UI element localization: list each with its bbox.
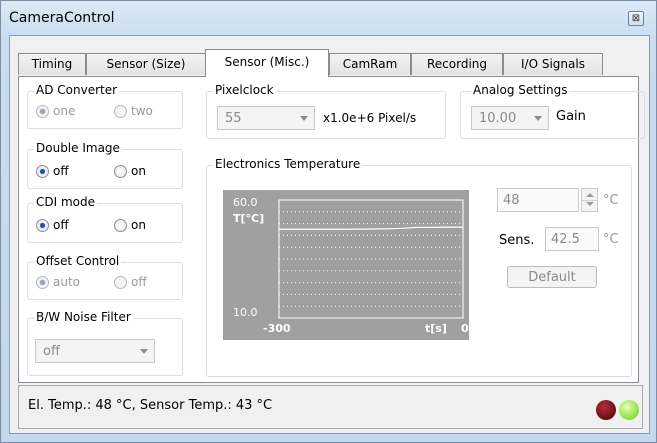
pixelclock-label: Pixelclock [213,83,276,97]
pixelclock-select[interactable]: 55 [217,106,315,130]
button-label: Default [528,270,576,285]
window-title: CameraControl [9,10,115,26]
gain-unit: Gain [556,109,586,124]
select-value: 55 [225,111,242,126]
status-text: El. Temp.: 48 °C, Sensor Temp.: 43 °C [28,398,273,413]
status-bar: El. Temp.: 48 °C, Sensor Temp.: 43 °C [18,385,643,429]
default-button[interactable]: Default [507,266,597,288]
electronics-temperature-label: Electronics Temperature [213,157,363,171]
client-area: Timing Sensor (Size) Sensor (Misc.) CamR… [9,35,650,434]
analog-settings-label: Analog Settings [471,83,570,97]
x-tick-label-max: 0 [461,322,469,335]
chevron-down-icon [140,349,148,354]
double-image-group: Double Image off on [27,141,183,189]
radio-label: off [53,164,69,178]
temperature-chart: 60.0 10.0 T[°C] -300 0 t[s] [223,190,469,340]
tab-io-signals[interactable]: I/O Signals [503,53,603,75]
sens-unit: °C [603,232,619,247]
temperature-chart-svg: 60.0 10.0 T[°C] -300 0 t[s] [233,196,469,335]
chevron-down-icon [300,116,308,121]
ad-converter-label: AD Converter [34,83,120,97]
bw-noise-filter-group: B/W Noise Filter off [27,310,183,376]
status-led-red [596,400,616,420]
radio-checked-icon [36,164,49,178]
cdi-mode-on-radio[interactable]: on [114,218,146,232]
tab-label: Timing [31,57,73,71]
radio-unchecked-icon [114,275,127,289]
gain-select[interactable]: 10.00 [471,106,549,130]
offset-control-group: Offset Control auto off [27,254,183,300]
radio-label: one [53,104,76,118]
tab-sensor-size[interactable]: Sensor (Size) [86,53,206,75]
analog-settings-group: Analog Settings 10.00 Gain [460,83,645,139]
bw-noise-filter-label: B/W Noise Filter [34,310,133,324]
temperature-series-line [279,226,463,230]
close-icon: ⊠ [631,13,641,24]
tab-label: Recording [426,57,488,71]
cdi-mode-group: CDI mode off on [27,195,183,243]
temperature-setpoint-field[interactable]: 48 [497,188,579,212]
offset-control-auto-radio[interactable]: auto [36,275,80,289]
y-tick-label-min: 10.0 [233,306,258,319]
tab-label: CamRam [342,57,398,71]
sens-label: Sens. [499,233,535,248]
title-bar: CameraControl ⊠ [1,1,656,35]
field-value: 42.5 [551,232,580,247]
chevron-down-icon [534,116,542,121]
radio-unchecked-icon [114,164,127,178]
double-image-on-radio[interactable]: on [114,164,146,178]
close-button[interactable]: ⊠ [628,11,644,26]
radio-checked-icon [36,275,49,289]
tab-label: I/O Signals [521,57,585,71]
ad-converter-group: AD Converter one two [27,83,183,129]
radio-label: on [131,218,146,232]
cdi-mode-label: CDI mode [34,195,98,209]
cdi-mode-off-radio[interactable]: off [36,218,69,232]
temperature-spinner[interactable] [581,188,598,212]
tab-timing[interactable]: Timing [18,53,86,75]
radio-label: off [131,275,147,289]
radio-label: on [131,164,146,178]
radio-checked-icon [36,218,49,232]
x-axis-label: t[s] [425,322,447,335]
select-value: 10.00 [479,111,517,126]
spin-divider [582,200,597,201]
radio-unchecked-icon [114,218,127,232]
radio-unchecked-icon [114,104,127,118]
offset-control-off-radio[interactable]: off [114,275,147,289]
radio-label: auto [53,275,81,289]
radio-label: off [53,218,69,232]
ad-converter-one-radio[interactable]: one [36,104,75,118]
ad-converter-two-radio[interactable]: two [114,104,153,118]
y-axis-label: T[°C] [233,212,264,225]
tab-label: Sensor (Size) [106,57,186,71]
spin-down-icon [586,202,594,206]
camera-control-window: CameraControl ⊠ Timing Sensor (Size) Sen… [0,0,657,443]
y-tick-label-max: 60.0 [233,196,258,209]
spin-up-icon [586,193,594,197]
double-image-label: Double Image [34,141,122,155]
field-value: 48 [503,193,520,208]
radio-checked-icon [36,104,49,118]
tab-label: Sensor (Misc.) [224,55,310,69]
tab-camram[interactable]: CamRam [329,53,411,75]
offset-control-label: Offset Control [34,254,122,268]
bw-noise-filter-select[interactable]: off [35,339,155,363]
tab-sensor-misc[interactable]: Sensor (Misc.) [205,49,329,77]
select-value: off [43,344,60,359]
pixelclock-unit: x1.0e+6 Pixel/s [323,111,417,125]
x-tick-label-min: -300 [263,322,291,335]
sensor-temperature-field: 42.5 [545,227,599,251]
status-led-green [619,400,639,420]
pixelclock-group: Pixelclock 55 x1.0e+6 Pixel/s [206,83,446,139]
radio-label: two [131,104,153,118]
double-image-off-radio[interactable]: off [36,164,69,178]
setpoint-unit: °C [603,193,619,208]
tab-recording[interactable]: Recording [411,53,503,75]
